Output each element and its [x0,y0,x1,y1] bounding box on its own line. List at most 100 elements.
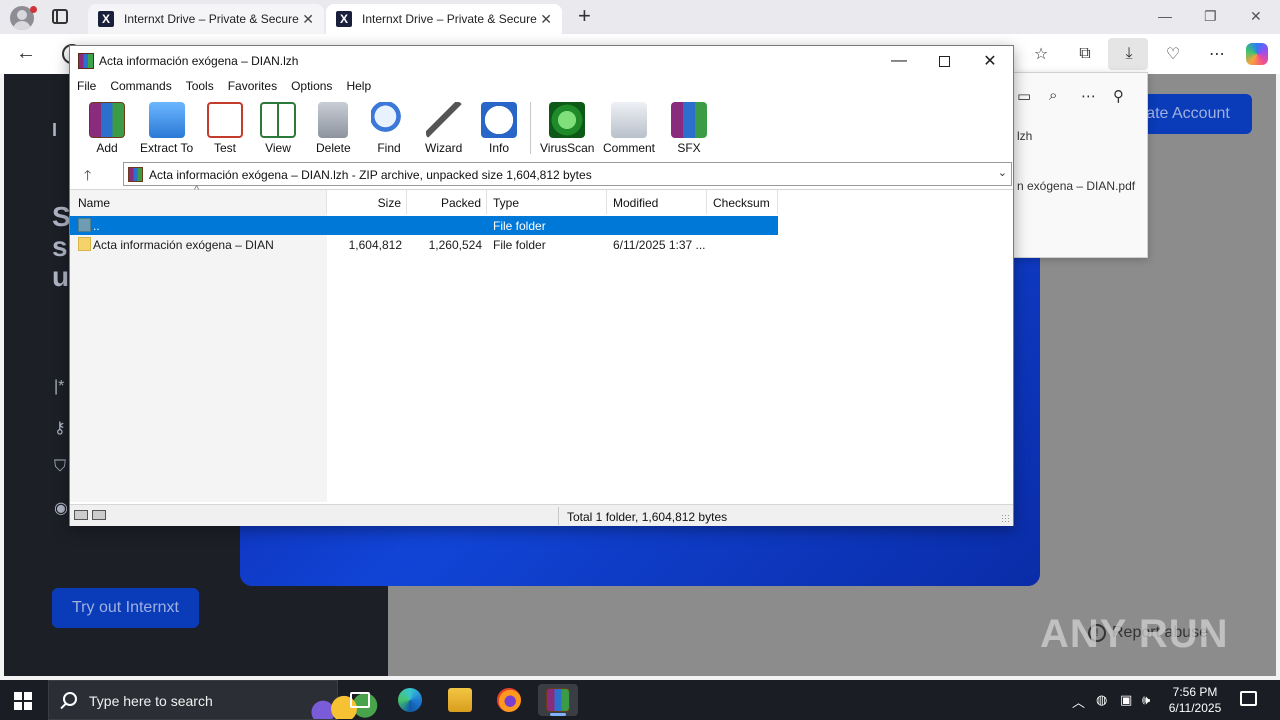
close-tab-icon[interactable]: ✕ [302,11,314,28]
column-checksum[interactable]: Checksum [707,190,778,214]
clock-time: 7:56 PM [1172,685,1218,699]
menu-options[interactable]: Options [284,76,339,96]
more-options-icon[interactable]: ⋯ [1081,87,1096,105]
virusscan-icon [549,102,586,138]
notifications-icon[interactable] [1240,691,1257,706]
back-arrow-icon[interactable]: ← [16,42,36,65]
column-name[interactable]: Name ^ [70,184,327,214]
sfx-button[interactable]: SFX [671,102,707,155]
download-item-name[interactable]: n exógena – DIAN.pdf [1017,179,1135,193]
wizard-button[interactable]: Wizard [425,102,462,155]
add-button[interactable]: Add [89,102,125,155]
column-packed[interactable]: Packed [407,190,487,214]
browser-essentials-icon[interactable]: ♡ [1162,43,1184,65]
menu-help[interactable]: Help [339,76,378,96]
minimize-icon[interactable]: — [887,50,911,72]
winrar-window: Acta información exógena – DIAN.lzh — ✕ … [69,45,1014,526]
comment-label: Comment [603,141,656,155]
virusscan-button[interactable]: VirusScan [540,102,594,155]
winrar-titlebar[interactable]: Acta información exógena – DIAN.lzh — ✕ [70,46,1013,76]
table-row[interactable]: Acta información exógena – DIAN 1,604,81… [70,235,778,254]
browser-restore-icon[interactable]: ❐ [1204,8,1217,25]
resize-grip[interactable] [1001,514,1010,523]
info-icon [481,102,517,138]
internxt-favicon-icon: X [336,11,352,27]
archive-path-dropdown[interactable]: Acta información exógena – DIAN.lzh - ZI… [123,162,1012,186]
chevron-down-icon[interactable]: ⌄ [998,166,1007,179]
row-type: File folder [493,238,546,252]
pin-icon[interactable]: ⚲ [1113,87,1124,105]
comment-button[interactable]: Comment [603,102,655,155]
wizard-icon [425,102,462,138]
open-folder-icon[interactable]: ▭ [1017,87,1031,105]
close-tab-icon[interactable]: ✕ [540,11,552,28]
firefox-taskbar-button[interactable] [489,684,529,716]
drive-icon [74,510,88,520]
menu-tools[interactable]: Tools [179,76,221,96]
volume-icon[interactable]: 🕪 [1142,692,1150,708]
close-icon[interactable]: ✕ [978,50,1002,72]
key-icon[interactable] [92,510,106,520]
browser-tabstrip: X Internxt Drive – Private & Secure ✕ X … [0,0,1280,34]
table-row[interactable]: .. File folder [70,216,778,235]
new-tab-plus-icon[interactable]: + [578,5,591,27]
chevron-up-icon[interactable]: ︿ [1072,692,1085,711]
taskbar-search[interactable]: Type here to search [48,680,379,720]
meet-now-icon[interactable]: ◍ [1096,692,1107,708]
browser-close-icon[interactable]: ✕ [1250,8,1262,25]
extract-to-button[interactable]: Extract To [140,102,193,155]
row-size: 1,604,812 [348,238,402,252]
copilot-icon[interactable] [1246,43,1268,65]
maximize-icon[interactable] [932,50,956,72]
winrar-statusbar: Total 1 folder, 1,604,812 bytes [70,504,1013,526]
row-packed: 1,260,524 [428,238,482,252]
find-button[interactable]: Find [371,102,407,155]
row-name: .. [93,219,100,233]
menu-file[interactable]: File [70,76,103,96]
search-icon[interactable]: ⌕ [1049,87,1057,104]
try-internxt-button[interactable]: Try out Internxt [52,588,199,628]
column-type[interactable]: Type [487,190,607,214]
browser-tab-2[interactable]: X Internxt Drive – Private & Secure ✕ [326,4,562,34]
collections-icon[interactable]: ⧉ [1074,43,1096,65]
tab-title: Internxt Drive – Private & Secure [362,12,537,26]
delete-button[interactable]: Delete [316,102,351,155]
start-windows-icon[interactable] [14,692,32,710]
download-item-name[interactable]: lzh [1017,129,1032,143]
explorer-taskbar-button[interactable] [440,684,480,716]
browser-minimize-icon[interactable]: — [1158,8,1172,24]
column-modified[interactable]: Modified [607,190,707,214]
folder-icon [78,237,91,251]
comment-icon [611,102,647,138]
view-button[interactable]: View [260,102,296,155]
file-list: Name ^ Size Packed Type Modified Checksu… [70,184,1013,502]
clock-date: 6/11/2025 [1168,701,1222,715]
tab-actions-icon[interactable] [52,9,68,24]
test-button[interactable]: Test [207,102,243,155]
status-text: Total 1 folder, 1,604,812 bytes [567,510,728,524]
downloads-panel: ▭ ⌕ ⋯ ⚲ lzh n exógena – DIAN.pdf [1012,72,1148,258]
up-arrow-icon[interactable]: 🡑 [84,165,91,189]
menu-commands[interactable]: Commands [103,76,178,96]
task-view-button[interactable] [340,684,380,716]
row-name: Acta información exógena – DIAN [93,238,274,252]
file-list-header: Name ^ Size Packed Type Modified Checksu… [70,184,1013,214]
menu-favorites[interactable]: Favorites [221,76,284,96]
more-options-icon[interactable]: ⋯ [1206,43,1228,65]
info-button[interactable]: Info [481,102,517,155]
taskbar-clock[interactable]: 7:56 PM 6/11/2025 [1160,684,1230,716]
favorites-star-icon[interactable]: ☆ [1030,43,1052,65]
hero-heading: S s u [52,202,71,292]
edge-taskbar-button[interactable] [390,684,430,716]
download-arrow-icon: ⤓ [1125,45,1133,62]
info-label: Info [488,141,509,155]
status-divider [558,507,559,525]
network-icon[interactable]: ▣ [1120,692,1132,708]
winrar-taskbar-button[interactable] [538,684,578,716]
browser-tab-1[interactable]: X Internxt Drive – Private & Secure ✕ [88,4,324,34]
delete-label: Delete [316,141,351,155]
extract-to-label: Extract To [140,141,194,155]
window-title: Acta información exógena – DIAN.lzh [99,54,299,68]
find-label: Find [377,141,401,155]
column-size[interactable]: Size [327,190,407,214]
